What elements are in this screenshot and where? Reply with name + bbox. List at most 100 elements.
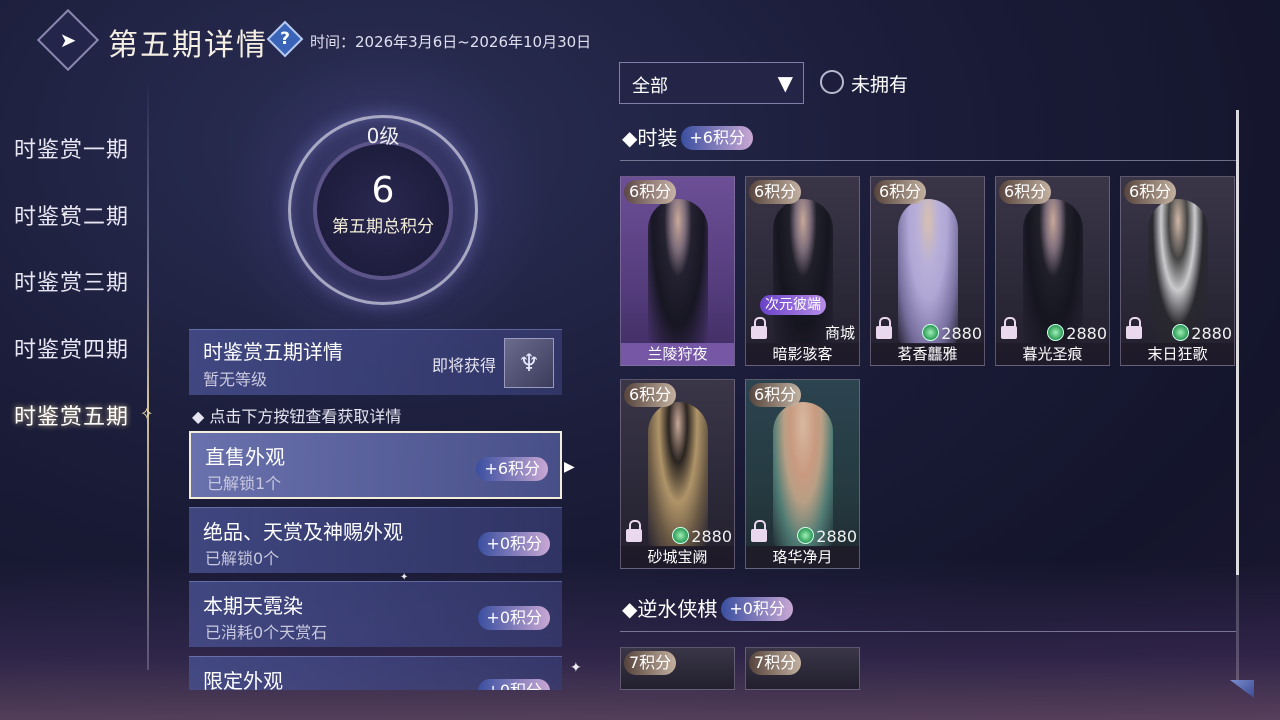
chess-card[interactable]: 7积分	[620, 647, 735, 690]
filter-selected: 全部	[632, 76, 668, 97]
section-divider	[620, 631, 1236, 632]
outfit-figure	[648, 402, 708, 547]
lock-icon	[625, 520, 643, 542]
lock-icon	[875, 317, 893, 339]
category-title: 限定外观	[203, 669, 283, 690]
outfit-price: 2880	[1172, 324, 1232, 343]
category-direct-sale[interactable]: 直售外观 已解锁1个 +6积分	[189, 431, 562, 499]
page-title: 第五期详情	[108, 28, 268, 63]
category-subtitle: 已解锁1个	[207, 474, 282, 493]
outfit-name: 兰陵狩夜	[621, 343, 734, 365]
scrollbar-track[interactable]	[1236, 575, 1239, 685]
jade-coin-icon	[922, 324, 940, 341]
nav-item-period-3[interactable]: 时鉴赏三期	[14, 265, 129, 297]
jade-coin-icon	[1047, 324, 1065, 341]
category-points-badge: +6积分	[476, 457, 548, 481]
outfit-points: 6积分	[624, 383, 677, 407]
category-title: 本期天霓染	[203, 594, 303, 618]
not-owned-radio[interactable]	[820, 70, 844, 94]
outfit-name: 珞华净月	[746, 546, 859, 568]
category-points-badge: +0积分	[478, 532, 550, 556]
outfit-shop: 商城	[824, 324, 855, 342]
outfit-name: 砂城宝阙	[621, 546, 734, 568]
category-subtitle: 已消耗0个天赏石	[205, 623, 328, 642]
category-dye[interactable]: 本期天霓染 已消耗0个天赏石 +0积分	[189, 581, 562, 647]
chess-points: 7积分	[624, 651, 677, 675]
outfit-points: 6积分	[624, 180, 677, 204]
outfit-points: 6积分	[749, 383, 802, 407]
category-title: 绝品、天赏及神赐外观	[203, 520, 403, 544]
back-button[interactable]: ➤	[36, 8, 100, 72]
section-title-text: 逆水侠棋	[637, 597, 718, 621]
section-points-badge: +6积分	[681, 126, 753, 150]
section-title-fashion: ◆时装 +6积分	[622, 122, 753, 151]
section-title-text: 时装	[637, 126, 678, 150]
event-time: 时间：2026年3月6日~2026年10月30日	[310, 33, 592, 51]
selected-arrow-icon: ▶	[564, 459, 575, 475]
help-button[interactable]: ?	[266, 20, 304, 58]
outfit-card[interactable]: 6积分 2880 暮光圣痕	[995, 176, 1110, 366]
category-subtitle: 已解锁0个	[205, 549, 280, 568]
category-points-badge: +0积分	[478, 606, 550, 630]
back-arrow-icon: ➤	[59, 28, 77, 52]
outfit-card[interactable]: 6积分 2880 末日狂歌	[1120, 176, 1235, 366]
chess-points: 7积分	[749, 651, 802, 675]
lock-icon	[1000, 317, 1018, 339]
outfit-name: 暗影骇客	[746, 343, 859, 365]
outfit-price: 2880	[922, 324, 982, 343]
detail-title: 时鉴赏五期详情	[203, 340, 343, 364]
outfit-name: 暮光圣痕	[996, 343, 1109, 365]
outfit-price: 2880	[797, 527, 857, 546]
outfit-figure	[898, 199, 958, 344]
detail-subtitle: 暂无等级	[203, 370, 268, 389]
not-owned-label[interactable]: 未拥有	[851, 70, 908, 97]
outfit-figure	[773, 402, 833, 547]
outfit-name: 末日狂歌	[1121, 343, 1234, 365]
chess-card[interactable]: 7积分	[745, 647, 860, 690]
outfit-points: 6积分	[874, 180, 927, 204]
outfit-points: 6积分	[749, 180, 802, 204]
lock-icon	[1125, 317, 1143, 339]
category-limited[interactable]: 限定外观 +0积分	[189, 656, 562, 690]
outfit-card[interactable]: 6积分 2880 珞华净月	[745, 379, 860, 569]
jade-coin-icon	[1172, 324, 1190, 341]
category-title: 直售外观	[205, 445, 285, 469]
outfit-points: 6积分	[999, 180, 1052, 204]
outfit-figure	[648, 199, 708, 344]
outfit-tag: 次元彼端	[760, 295, 826, 315]
sparkle-icon: ✦	[570, 660, 582, 676]
lock-icon	[750, 317, 768, 339]
hint-text: ◆ 点击下方按钮查看获取详情	[192, 407, 402, 426]
outfit-price: 2880	[672, 527, 732, 546]
total-score-label: 第五期总积分	[332, 217, 434, 237]
outfit-figure	[1023, 199, 1083, 344]
outfit-points: 6积分	[1124, 180, 1177, 204]
nav-item-period-2[interactable]: 时鉴赏二期	[14, 199, 129, 231]
nav-item-period-5[interactable]: 时鉴赏五期	[14, 399, 129, 431]
lock-icon	[750, 520, 768, 542]
nav-item-period-1[interactable]: 时鉴赏一期	[14, 132, 129, 164]
section-divider	[620, 160, 1236, 161]
nav-divider	[147, 80, 149, 670]
outfit-card[interactable]: 6积分 次元彼端 商城 暗影骇客	[745, 176, 860, 366]
total-score: 6	[371, 170, 395, 211]
jade-coin-icon	[672, 527, 690, 544]
outfit-name: 茗香龘雅	[871, 343, 984, 365]
soon-label: 即将获得	[431, 356, 496, 375]
jade-coin-icon	[797, 527, 815, 544]
outfit-price: 2880	[1047, 324, 1107, 343]
outfit-card[interactable]: 6积分 2880 茗香龘雅	[870, 176, 985, 366]
outfit-card[interactable]: 6积分 2880 砂城宝阙	[620, 379, 735, 569]
period-detail-panel[interactable]: 时鉴赏五期详情 暂无等级 即将获得 ♆	[189, 329, 562, 395]
nav-item-period-4[interactable]: 时鉴赏四期	[14, 332, 129, 364]
outfit-card[interactable]: 6积分 兰陵狩夜	[620, 176, 735, 366]
category-premium[interactable]: 绝品、天赏及神赐外观 已解锁0个 +0积分	[189, 507, 562, 573]
level-label: 0级	[366, 124, 400, 148]
reward-emblem-icon[interactable]: ♆	[504, 338, 554, 388]
corner-decoration-icon	[1230, 680, 1254, 698]
filter-dropdown[interactable]: 全部 ▼	[619, 62, 804, 104]
outfit-figure	[1148, 199, 1208, 344]
category-points-badge: +0积分	[478, 679, 550, 690]
chevron-down-icon: ▼	[777, 71, 793, 95]
scrollbar-thumb[interactable]	[1236, 110, 1239, 575]
